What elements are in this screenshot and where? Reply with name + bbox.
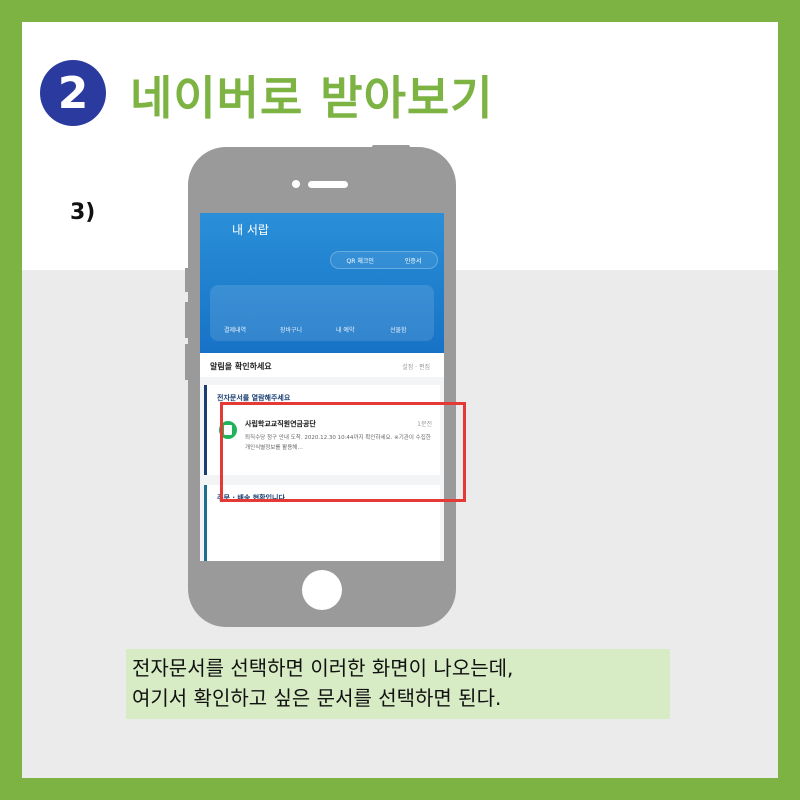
notice-bar: 알림을 확인하세요 설정 · 편집 — [200, 353, 444, 377]
step-label: 3) — [70, 200, 96, 225]
page-title: 네이버로 받아보기 — [130, 71, 494, 125]
phone-illustration: 내 서랍 QR 체크인 인증서 결제내역 장바구니 내 예약 선물함 알림을 확… — [188, 147, 456, 627]
step-badge: 2 — [40, 60, 106, 126]
speaker-icon — [308, 181, 348, 188]
caption-line-2: 여기서 확인하고 싶은 문서를 선택하면 된다. — [132, 686, 502, 710]
camera-icon — [292, 180, 300, 188]
notice-actions[interactable]: 설정 · 편집 — [402, 362, 430, 371]
chip-certificate[interactable]: 인증서 — [405, 256, 422, 265]
quick-chips: QR 체크인 인증서 — [330, 251, 438, 269]
menu-item-payments[interactable]: 결제내역 — [224, 325, 246, 334]
notice-label: 알림을 확인하세요 — [210, 362, 272, 371]
drawer-title: 내 서랍 — [232, 223, 269, 237]
screen-header: 내 서랍 QR 체크인 인증서 결제내역 장바구니 내 예약 선물함 — [200, 213, 444, 365]
menu-item-cart[interactable]: 장바구니 — [280, 325, 302, 334]
menu-card: 결제내역 장바구니 내 예약 선물함 — [210, 285, 434, 341]
caption-line-1: 전자문서를 선택하면 이러한 화면이 나오는데, — [132, 656, 514, 680]
phone-screen: 내 서랍 QR 체크인 인증서 결제내역 장바구니 내 예약 선물함 알림을 확… — [200, 213, 444, 561]
menu-item-reservations[interactable]: 내 예약 — [336, 325, 354, 334]
chip-qr-checkin[interactable]: QR 체크인 — [347, 256, 374, 265]
home-button — [302, 570, 342, 610]
content-panel: 2 네이버로 받아보기 3) 내 서랍 QR 체크인 인증서 결제내역 장바구니… — [22, 22, 778, 778]
highlight-box — [220, 402, 466, 502]
caption: 전자문서를 선택하면 이러한 화면이 나오는데, 여기서 확인하고 싶은 문서를… — [126, 649, 670, 719]
menu-item-gifts[interactable]: 선물함 — [390, 325, 407, 334]
